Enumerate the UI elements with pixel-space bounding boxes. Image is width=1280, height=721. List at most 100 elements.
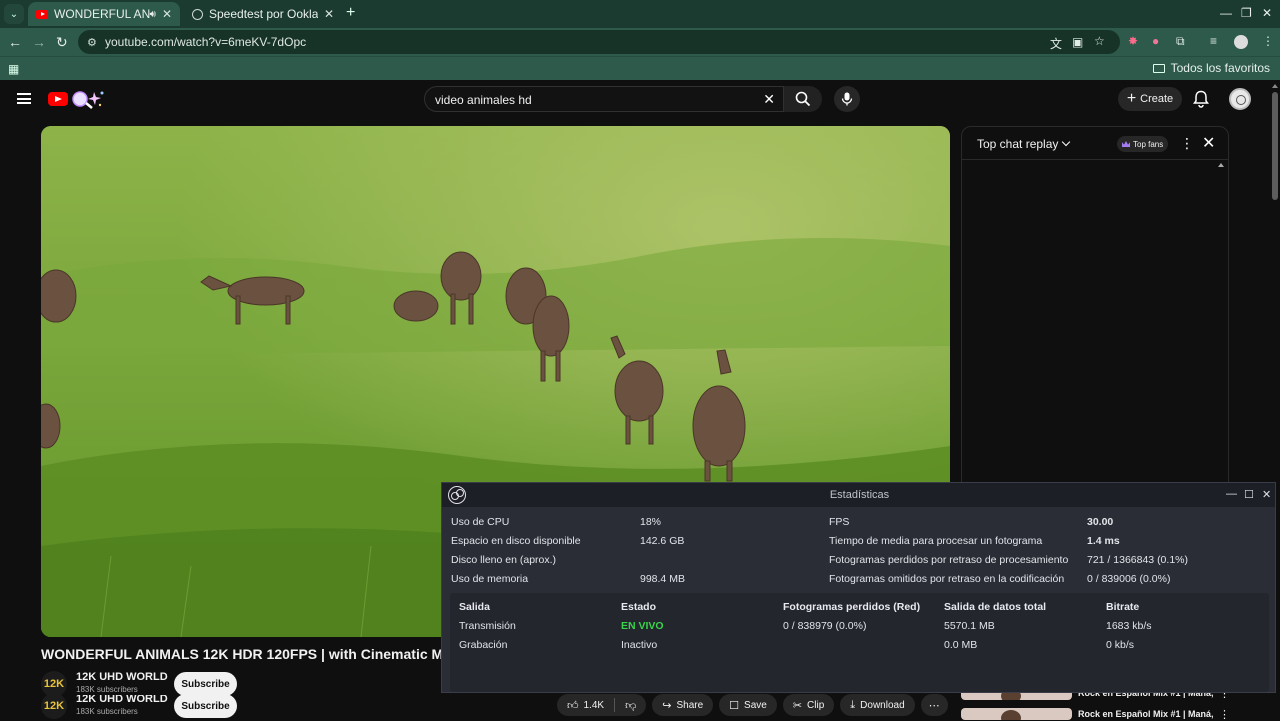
tab-speedtest[interactable]: Speedtest por Ookla - La prueba ✕ bbox=[184, 2, 342, 26]
apps-grid-icon[interactable]: ▦ bbox=[8, 62, 19, 76]
site-info-icon[interactable]: ⚙ bbox=[87, 36, 97, 49]
minimize-icon[interactable]: — bbox=[1220, 6, 1232, 20]
download-button[interactable]: ⤓ Download bbox=[840, 694, 915, 716]
column-header: Salida bbox=[459, 601, 490, 613]
notifications-bell-icon[interactable] bbox=[1193, 90, 1209, 108]
chevron-down-icon bbox=[1062, 137, 1071, 147]
search-button[interactable] bbox=[784, 86, 822, 112]
cast-icon[interactable]: ▣ bbox=[1072, 35, 1083, 49]
reload-icon[interactable]: ↻ bbox=[56, 34, 68, 51]
dislike-button[interactable]: 👎︎ bbox=[615, 694, 646, 716]
search-box[interactable]: ✕ bbox=[424, 86, 784, 112]
clear-search-icon[interactable]: ✕ bbox=[763, 91, 775, 108]
table-cell: 0 kb/s bbox=[1106, 639, 1135, 651]
chat-more-icon[interactable]: ⋮ bbox=[1180, 135, 1194, 152]
top-fans-badge[interactable]: Top fans bbox=[1117, 136, 1169, 152]
stats-title-bar[interactable]: Estadísticas — ☐ ✕ bbox=[442, 483, 1275, 507]
more-horizontal-icon: ⋯ bbox=[928, 699, 940, 712]
maximize-icon[interactable]: ☐ bbox=[1244, 488, 1254, 501]
stat-value: 30.00 bbox=[1087, 516, 1114, 528]
save-playlist-icon: ☐ bbox=[729, 699, 740, 712]
youtube-logo[interactable] bbox=[48, 92, 68, 106]
top-fans-label: Top fans bbox=[1133, 139, 1164, 149]
obs-stats-window: Estadísticas — ☐ ✕ Uso de CPU 18% Espaci… bbox=[441, 482, 1276, 693]
account-avatar[interactable] bbox=[1229, 88, 1251, 110]
youtube-favicon-icon bbox=[36, 9, 48, 19]
like-button[interactable]: 👍︎ 1.4K bbox=[557, 694, 614, 716]
all-bookmarks-button[interactable]: Todos los favoritos bbox=[1152, 61, 1270, 75]
stat-label: FPS bbox=[829, 516, 850, 528]
channel-avatar[interactable]: 12K bbox=[41, 671, 67, 697]
channel-avatar[interactable]: 12K bbox=[41, 695, 67, 719]
chat-close-icon[interactable]: ✕ bbox=[1202, 133, 1215, 153]
close-window-icon[interactable]: ✕ bbox=[1262, 488, 1271, 501]
recommendation-more-icon[interactable]: ⋮ bbox=[1219, 708, 1230, 721]
table-cell: Grabación bbox=[459, 639, 508, 651]
search-input[interactable] bbox=[435, 93, 755, 107]
thumbs-up-icon: 👍︎ bbox=[567, 699, 579, 712]
media-control-icon[interactable]: ≡ bbox=[1210, 34, 1217, 48]
scroll-up-arrow-icon[interactable] bbox=[1272, 84, 1278, 88]
menu-kebab-icon[interactable]: ⋮ bbox=[1262, 34, 1274, 48]
tab-close-icon[interactable]: ✕ bbox=[324, 7, 334, 21]
column-header: Salida de datos total bbox=[944, 601, 1047, 613]
chat-mode-dropdown[interactable]: Top chat replay bbox=[977, 137, 1071, 151]
restore-icon[interactable]: ❐ bbox=[1241, 6, 1252, 20]
stat-label: Uso de memoria bbox=[451, 573, 529, 585]
page-scrollbar[interactable] bbox=[1272, 92, 1278, 200]
new-tab-button[interactable]: + bbox=[346, 4, 355, 22]
tab-youtube[interactable]: WONDERFUL ANIMALS 12K HDR 120FPS | with … bbox=[28, 2, 180, 26]
bookmarks-bar: ▦ Todos los favoritos bbox=[0, 56, 1280, 80]
download-icon: ⤓ bbox=[850, 698, 856, 711]
crown-icon bbox=[1122, 141, 1130, 147]
like-dislike-group: 👍︎ 1.4K 👎︎ bbox=[557, 694, 647, 716]
hamburger-menu-icon[interactable] bbox=[17, 93, 31, 104]
minimize-icon[interactable]: — bbox=[1226, 488, 1237, 500]
close-window-icon[interactable]: ✕ bbox=[1262, 6, 1272, 20]
stat-value: 998.4 MB bbox=[640, 573, 685, 585]
clip-label: Clip bbox=[807, 699, 825, 711]
save-button[interactable]: ☐ Save bbox=[719, 694, 777, 716]
search-icon bbox=[795, 91, 811, 107]
folder-icon bbox=[1152, 63, 1165, 73]
outputs-table: Salida Estado Fotogramas perdidos (Red) … bbox=[450, 593, 1269, 692]
stats-window-title: Estadísticas bbox=[829, 489, 890, 501]
channel-row-duplicate: 12K 12K UHD WORLD 183K subscribers Subsc… bbox=[41, 695, 241, 721]
youtube-header: ✕ + Create bbox=[0, 80, 1270, 120]
stat-label: Espacio en disco disponible bbox=[451, 535, 581, 547]
browser-toolbar: ← → ↻ ⚙ youtube.com/watch?v=6meKV-7dOpc … bbox=[0, 28, 1280, 56]
extension-icon[interactable]: ✸ bbox=[1128, 34, 1138, 48]
voice-search-button[interactable] bbox=[834, 86, 860, 112]
table-cell: 5570.1 MB bbox=[944, 620, 995, 632]
share-button[interactable]: ↪ Share bbox=[652, 694, 714, 716]
table-cell: 0 / 838979 (0.0%) bbox=[783, 620, 867, 632]
profile-icon[interactable] bbox=[1234, 35, 1248, 49]
table-cell: 0.0 MB bbox=[944, 639, 978, 651]
bookmark-star-icon[interactable]: ☆ bbox=[1094, 34, 1105, 48]
clip-button[interactable]: ✂ Clip bbox=[782, 694, 835, 716]
back-icon[interactable]: ← bbox=[8, 34, 22, 50]
subscribe-button[interactable]: Subscribe bbox=[174, 695, 237, 718]
recommendation-title[interactable]: Rock en Español Mix #1 | Maná, bbox=[1078, 709, 1214, 719]
address-bar[interactable]: ⚙ youtube.com/watch?v=6meKV-7dOpc 文 ▣ ☆ bbox=[78, 30, 1120, 54]
tab-close-icon[interactable]: ✕ bbox=[162, 7, 172, 21]
more-actions-button[interactable]: ⋯ bbox=[920, 694, 948, 716]
translate-icon[interactable]: 文 bbox=[1050, 35, 1062, 52]
video-title: WONDERFUL ANIMALS 12K HDR 120FPS | with … bbox=[41, 646, 446, 662]
tab-search-button[interactable]: ⌄ bbox=[4, 4, 24, 24]
youtube-doodle-logo[interactable] bbox=[70, 88, 106, 110]
speaker-icon[interactable]: 🔊︎ bbox=[150, 9, 156, 20]
all-bookmarks-label: Todos los favoritos bbox=[1170, 61, 1270, 75]
channel-name[interactable]: 12K UHD WORLD bbox=[76, 671, 168, 683]
tab-title: WONDERFUL ANIMALS 12K HDR 120FPS | with … bbox=[54, 7, 150, 21]
extension-icon[interactable]: ● bbox=[1152, 34, 1159, 48]
recommendation-thumbnail[interactable] bbox=[961, 708, 1072, 720]
create-button[interactable]: + Create bbox=[1118, 87, 1182, 111]
subscribe-button[interactable]: Subscribe bbox=[174, 672, 237, 696]
stat-label: Fotogramas perdidos por retraso de proce… bbox=[829, 554, 1069, 566]
live-status: EN VIVO bbox=[621, 620, 664, 632]
forward-icon[interactable]: → bbox=[32, 34, 46, 50]
chat-scroll-up-icon[interactable] bbox=[1218, 163, 1224, 167]
table-cell: Transmisión bbox=[459, 620, 516, 632]
extensions-puzzle-icon[interactable]: ⧉ bbox=[1176, 34, 1185, 49]
